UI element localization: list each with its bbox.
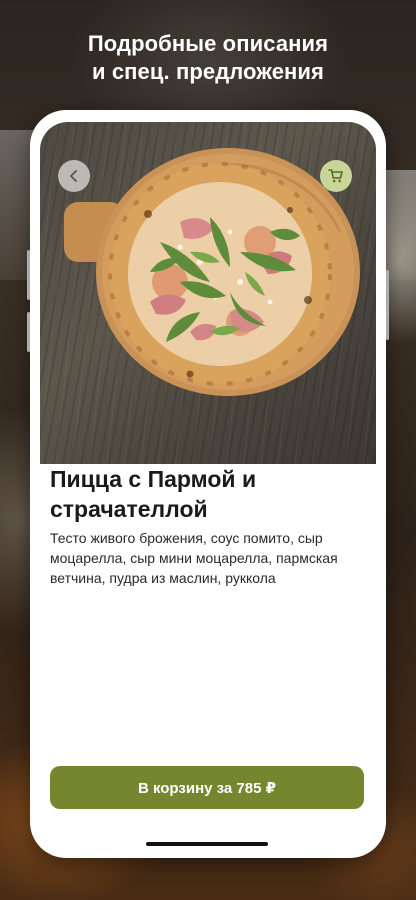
promo-headline-line1: Подробные описания <box>87 31 329 56</box>
shopping-cart-icon <box>328 169 343 183</box>
promo-headline-line2: и спец. предложения <box>92 59 324 84</box>
product-title: Пицца с Пармой и страчателлой <box>50 466 257 522</box>
add-to-cart-button[interactable]: В корзину за 785 ₽ <box>50 766 364 809</box>
phone-side-button <box>386 270 389 340</box>
product-description: Тесто живого брожения, соус помито, сыр … <box>50 530 338 586</box>
back-button[interactable] <box>58 160 90 192</box>
home-indicator <box>146 842 268 846</box>
cart-button[interactable] <box>320 160 352 192</box>
promo-headline: Подробные описания и спец. предложения <box>0 30 416 86</box>
chevron-left-icon <box>70 170 77 182</box>
phone-frame: Пицца с Пармой и страчателлой Тесто живо… <box>30 110 386 858</box>
